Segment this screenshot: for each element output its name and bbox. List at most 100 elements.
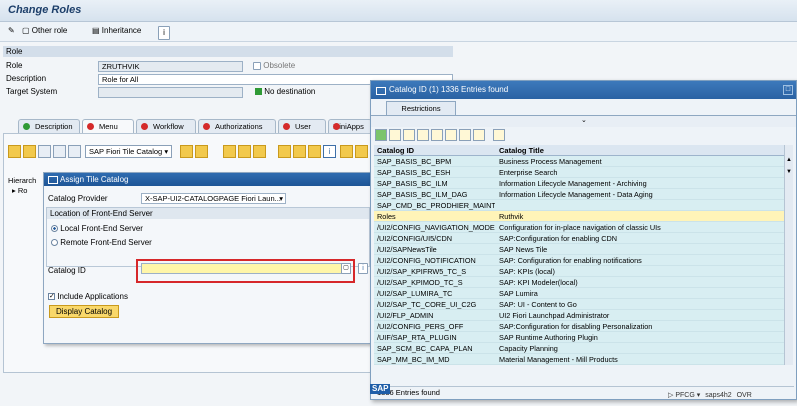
search-icon[interactable]	[431, 129, 443, 141]
paste-icon[interactable]	[238, 145, 251, 158]
catalog-provider-dropdown[interactable]: X-SAP-UI2-CATALOGPAGE Fiori Laun... ▾	[141, 193, 286, 204]
table-row[interactable]: /UI2/CONFIG_NOTIFICATION SAP: Configurati…	[374, 255, 784, 266]
tab-workflow[interactable]: Workflow	[136, 119, 196, 133]
tree-root-node[interactable]: ▸ Ro	[12, 186, 27, 195]
remote-server-label: Remote Front-End Server	[60, 238, 152, 247]
restrictions-area[interactable]: ⌄	[371, 115, 796, 127]
expand-restrictions-icon[interactable]: ⌄	[581, 116, 587, 124]
display-catalog-button[interactable]: Display Catalog	[49, 305, 120, 318]
dropdown-arrow-icon[interactable]: ▾	[279, 194, 283, 203]
table-row[interactable]: SAP_BASIS_BC_ILM Information Lifecycle Ma…	[374, 178, 784, 189]
table-row[interactable]: SAP_SCM_BC_CAPA_PLAN Capacity Planning	[374, 343, 784, 354]
catalog-id-label: Catalog ID	[48, 266, 86, 275]
cancel-icon[interactable]	[389, 129, 401, 141]
mail-icon[interactable]	[308, 145, 321, 158]
fiori-tile-catalog-button[interactable]: SAP Fiori Tile Catalog ▾	[85, 145, 173, 158]
table-row[interactable]: /UIF/SAP_RTA_PLUGIN SAP Runtime Authoring…	[374, 332, 784, 343]
status-mode: OVR	[736, 392, 752, 399]
sort-icon[interactable]	[417, 129, 429, 141]
catalog-title-cell: Information Lifecycle Management - Archi…	[499, 179, 647, 188]
inheritance-label: Inheritance	[101, 26, 142, 35]
location-header: Location of Front-End Server	[47, 208, 369, 219]
checkbox-checked-icon[interactable]: ✓	[48, 293, 55, 301]
catalog-title-cell: Information Lifecycle Management - Data …	[499, 190, 653, 199]
tab-user[interactable]: User	[278, 119, 326, 133]
catalog-title-cell: SAP: KPIs (local)	[499, 267, 555, 276]
delete-icon[interactable]	[253, 145, 266, 158]
table-row[interactable]: /UI2/CONFIG_NAVIGATION_MODE Configuration…	[374, 222, 784, 233]
local-server-radio[interactable]: Local Front-End Server	[51, 224, 143, 233]
table-row[interactable]: /UI2/SAP_KPIFRW5_TC_S SAP: KPIs (local)	[374, 266, 784, 277]
scroll-up-icon[interactable]: ▲	[786, 157, 792, 163]
vertical-scrollbar[interactable]: ▲ ▼	[784, 145, 793, 365]
obsolete-checkbox-box[interactable]	[253, 61, 261, 70]
table-row[interactable]: SAP_MM_BC_IM_MD Material Management - Mil…	[374, 354, 784, 365]
table-row[interactable]: /UI2/CONFIG_PERS_OFF SAP:Configuration fo…	[374, 321, 784, 332]
obsolete-label: Obsolete	[263, 61, 296, 70]
catalog-provider-value: X-SAP-UI2-CATALOGPAGE Fiori Laun...	[145, 194, 281, 203]
info-icon[interactable]: i	[158, 26, 170, 40]
window-title: Change Roles	[8, 4, 82, 16]
tab-restrictions[interactable]: Restrictions	[386, 101, 456, 115]
table-row[interactable]: /UI2/CONFIG/UI5/CDN SAP:Configuration for…	[374, 233, 784, 244]
maximize-icon[interactable]: □	[783, 85, 793, 95]
radio-selected-icon[interactable]	[51, 225, 58, 233]
pencil-icon[interactable]: ✎	[8, 25, 15, 39]
info-icon[interactable]: i	[323, 145, 336, 158]
table-row[interactable]: SAP_BASIS_BC_ILM_DAG Information Lifecycl…	[374, 189, 784, 200]
tab-description[interactable]: Description	[18, 119, 80, 133]
report-icon[interactable]	[195, 145, 208, 158]
export-icon[interactable]	[445, 129, 457, 141]
collapse-icon[interactable]	[38, 145, 51, 158]
copy-icon[interactable]	[223, 145, 236, 158]
remote-server-radio[interactable]: Remote Front-End Server	[51, 238, 152, 247]
info-icon[interactable]: i	[358, 263, 368, 274]
table-row[interactable]: /UI2/SAP_LUMIRA_TC SAP Lumira	[374, 288, 784, 299]
column-header-catalog-title[interactable]: Catalog Title	[499, 145, 779, 156]
catalog-id-cell: SAP_MM_BC_IM_MD	[377, 355, 450, 364]
inheritance-button[interactable]: ▤ Inheritance	[92, 25, 141, 39]
table-row[interactable]: /UI2/SAP_KPIMOD_TC_S SAP: KPI Modeler(loc…	[374, 277, 784, 288]
include-applications-checkbox[interactable]: ✓ Include Applications	[48, 292, 128, 301]
print-icon[interactable]	[459, 129, 471, 141]
transaction-icon[interactable]	[180, 145, 193, 158]
table-row[interactable]: Roles Ruthvik	[374, 211, 784, 222]
find-next-icon[interactable]	[293, 145, 306, 158]
chevron-down-icon[interactable]	[53, 145, 66, 158]
assign-tile-catalog-dialog: Assign Tile Catalog Catalog Provider X-S…	[43, 172, 373, 344]
expand-icon[interactable]	[355, 145, 368, 158]
find-icon[interactable]	[278, 145, 291, 158]
catalog-id-cell: /UI2/FLP_ADMIN	[377, 311, 434, 320]
folder-open-icon[interactable]	[23, 145, 36, 158]
table-row[interactable]: SAP_CMD_BC_PRODHIER_MAINT	[374, 200, 784, 211]
chevron-up-icon[interactable]	[68, 145, 81, 158]
tab-miniapps[interactable]: MiniApps	[328, 119, 372, 133]
check-icon[interactable]	[375, 129, 387, 141]
catalog-title-cell: SAP: KPI Modeler(local)	[499, 278, 578, 287]
obsolete-checkbox[interactable]: Obsolete	[253, 60, 295, 72]
settings-icon[interactable]	[493, 129, 505, 141]
table-row[interactable]: /UI2/SAP_TC_CORE_UI_C2G SAP: UI - Content…	[374, 299, 784, 310]
table-row[interactable]: SAP_BASIS_BC_BPM Business Process Managem…	[374, 156, 784, 167]
role-field[interactable]: ZRUTHVIK	[98, 61, 243, 72]
table-row[interactable]: /UI2/FLP_ADMIN UI2 Fiori Launchpad Admini…	[374, 310, 784, 321]
sap-logo: SAP	[370, 384, 391, 394]
search-help-icon[interactable]: ▢	[341, 263, 351, 274]
layout-icon[interactable]	[473, 129, 485, 141]
other-role-button[interactable]: ▢ Other role	[22, 25, 67, 39]
status-bar: SAP ▷ PFCG ▾ saps4h2 OVR	[370, 384, 797, 406]
catalog-id-input[interactable]	[141, 263, 351, 274]
scroll-down-icon[interactable]: ▼	[786, 169, 792, 175]
filter-icon[interactable]	[403, 129, 415, 141]
documentation-icon[interactable]	[340, 145, 353, 158]
table-row[interactable]: SAP_BASIS_BC_ESH Enterprise Search	[374, 167, 784, 178]
target-system-field[interactable]	[98, 87, 243, 98]
inheritance-icon: ▤	[92, 26, 100, 35]
tab-menu[interactable]: Menu	[82, 119, 134, 133]
table-row[interactable]: /UI2/SAPNewsTile SAP News Tile	[374, 244, 784, 255]
radio-unselected-icon[interactable]	[51, 239, 58, 247]
folder-icon[interactable]	[8, 145, 21, 158]
catalog-id-cell: /UI2/SAPNewsTile	[377, 245, 437, 254]
tab-authorizations[interactable]: Authorizations	[198, 119, 276, 133]
column-header-catalog-id[interactable]: Catalog ID	[377, 145, 495, 156]
